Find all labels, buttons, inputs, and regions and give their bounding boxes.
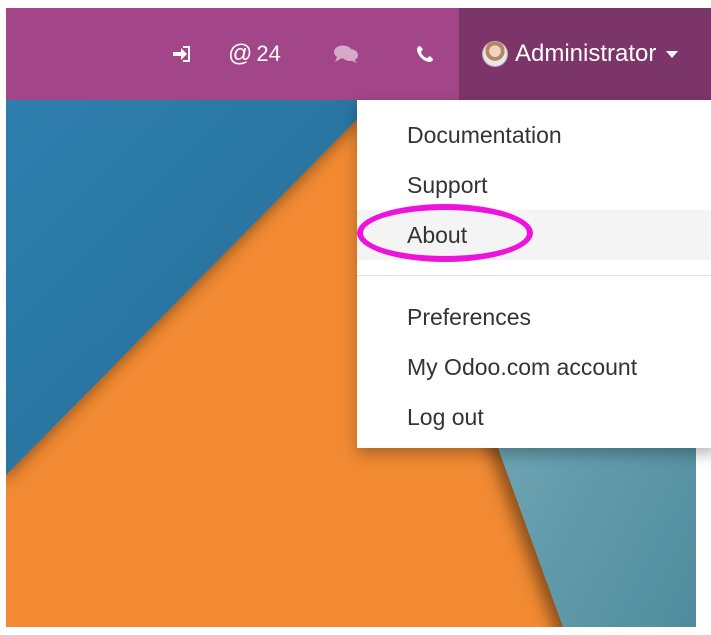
menu-item-documentation[interactable]: Documentation [357,110,711,160]
mentions-count: 24 [256,41,281,66]
menu-divider [357,275,711,276]
phone-icon[interactable] [416,8,434,100]
menu-item-about[interactable]: About [357,210,711,260]
at-icon: @ [228,40,253,67]
menu-item-preferences[interactable]: Preferences [357,292,711,342]
menu-item-odoo-account[interactable]: My Odoo.com account [357,342,711,392]
menu-item-logout[interactable]: Log out [357,392,711,442]
user-menu-toggle[interactable]: Administrator [459,8,711,100]
top-navbar: @ 24 Administrator [6,8,711,100]
user-dropdown-menu: Documentation Support About Preferences … [357,100,711,448]
menu-item-support[interactable]: Support [357,160,711,210]
caret-down-icon [666,50,679,58]
avatar [483,42,507,66]
app-window: @ 24 Administrator Documentation Support [6,8,711,635]
username: Administrator [515,40,657,67]
sign-in-icon[interactable] [171,8,191,100]
mentions-counter[interactable]: @ 24 [228,8,281,100]
chat-icon[interactable] [333,8,359,100]
